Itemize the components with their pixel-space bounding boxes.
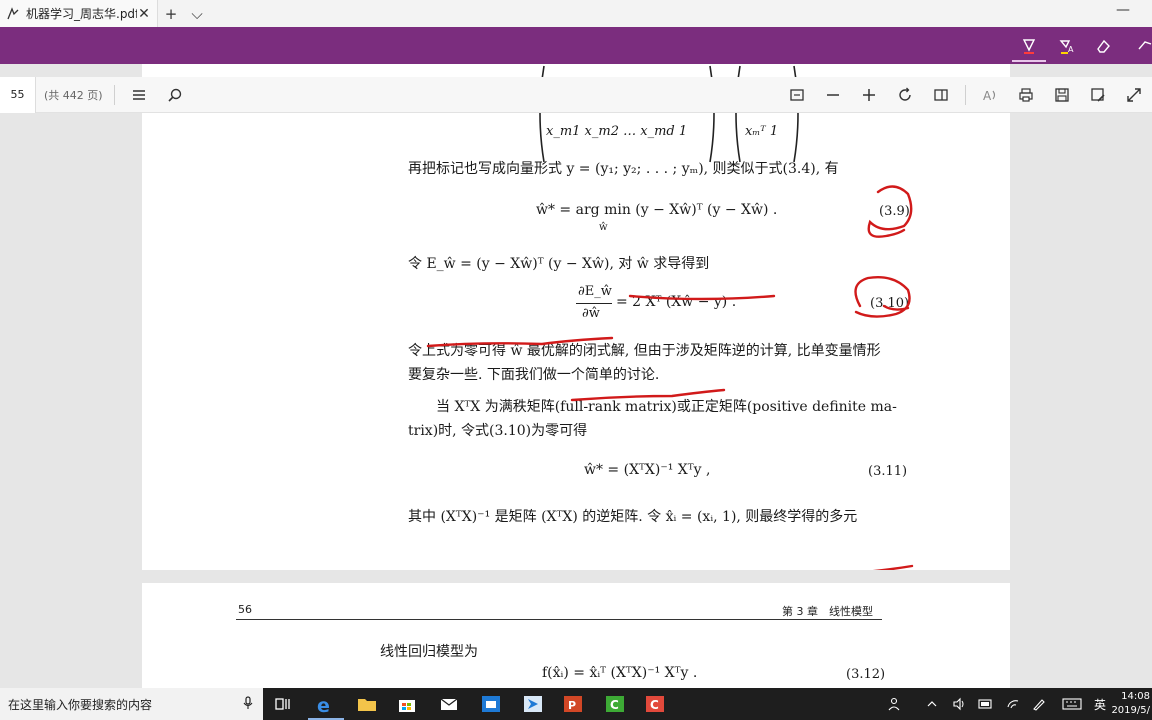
microphone-icon[interactable] [243,695,263,713]
table-of-contents-button[interactable] [121,77,157,113]
close-tab-button[interactable]: ✕ [137,6,151,22]
highlighter-tool-button[interactable]: A [1054,34,1080,58]
header-rule [236,619,882,620]
input-method-indicator[interactable]: 英 [1094,688,1106,720]
svg-text:A: A [983,89,992,103]
two-page-icon [934,88,948,101]
windows-taskbar: 在这里输入你要搜索的内容 e P C C 英 14:08 2019/5/ [0,688,1152,720]
volume-icon[interactable] [952,688,966,720]
toolbar-divider [114,84,115,105]
toolbar-divider [965,84,966,105]
fit-to-width-button[interactable] [779,77,815,113]
clock-date: 2019/5/ [1111,705,1150,716]
rotate-icon [899,87,911,101]
wifi-icon[interactable] [1006,688,1020,720]
active-tool-indicator [1012,60,1046,62]
pen-workspace-icon[interactable] [1032,688,1046,720]
new-tab-button[interactable]: + [158,0,184,27]
save-as-icon [1091,87,1105,102]
eraser-tool-button[interactable] [1090,34,1116,58]
file-explorer-icon[interactable] [356,693,378,715]
clock-time: 14:08 [1121,691,1150,702]
tab-list-button[interactable]: ⌵ [184,0,210,27]
tab-pdf-document[interactable]: 机器学习_周志华.pdf ✕ [0,0,158,27]
store-icon[interactable] [396,693,418,715]
rotate-button[interactable] [887,77,923,113]
find-button[interactable] [157,77,193,113]
equation-number-3-12: (3.12) [846,667,886,682]
page-total-label: (共 442 页) [44,88,103,102]
eraser-icon [1097,39,1110,53]
pdf-file-icon [6,6,20,21]
search-placeholder: 在这里输入你要搜索的内容 [8,697,153,712]
touch-writing-button[interactable] [1132,34,1152,58]
page-number-input[interactable]: 55 [0,76,36,113]
full-screen-button[interactable] [1116,77,1152,113]
search-icon [168,88,182,102]
page-number-label: 56 [238,603,252,616]
task-view-icon[interactable] [272,693,294,715]
battery-icon[interactable] [978,688,994,720]
page-view-button[interactable] [923,77,959,113]
zoom-in-button[interactable] [851,77,887,113]
fit-icon [790,88,804,101]
svg-text:C: C [650,698,659,712]
ink-annotations [426,185,914,570]
ink-toolbar: A [0,27,1152,64]
tab-title: 机器学习_周志华.pdf [26,7,137,21]
touch-keyboard-icon[interactable] [1062,688,1082,720]
print-icon [1019,87,1033,102]
zoom-out-button[interactable] [815,77,851,113]
read-aloud-icon: A [983,89,996,103]
equation-3-12: f(x̂ᵢ) = x̂ᵢᵀ (XᵀX)⁻¹ Xᵀy . [542,665,698,681]
pdf-page-55: x_m1 x_m2 … x_md 1 xₘᵀ 1 再把标记也写成向量形式 y =… [142,64,1010,570]
pen-icon [1022,39,1036,54]
read-aloud-button[interactable]: A [972,77,1008,113]
highlighter-icon: A [1059,40,1074,54]
minimize-button[interactable]: — [1116,2,1130,18]
pdf-toolbar: 55 (共 442 页) A [0,76,1152,113]
touch-writing-icon [1138,41,1152,50]
app-green-c-icon[interactable]: C [604,693,626,715]
minus-icon [827,93,839,96]
save-icon [1055,87,1069,102]
tab-bar: 机器学习_周志华.pdf ✕ + ⌵ — [0,0,1152,27]
pdf-viewer[interactable]: x_m1 x_m2 … x_md 1 xₘᵀ 1 再把标记也写成向量形式 y =… [0,64,1152,688]
taskbar-search-box[interactable]: 在这里输入你要搜索的内容 [0,688,263,720]
save-button[interactable] [1044,77,1080,113]
svg-text:A: A [1068,45,1074,54]
svg-text:P: P [568,699,576,712]
system-clock[interactable]: 14:08 2019/5/ [1111,690,1150,718]
plus-icon [863,88,875,101]
mail-icon[interactable] [438,693,460,715]
app-red-c-icon[interactable]: C [644,693,666,715]
print-button[interactable] [1008,77,1044,113]
expand-icon [1127,87,1141,102]
save-as-button[interactable] [1080,77,1116,113]
pdf-page-56: 56 第 3 章 线性模型 线性回归模型为 f(x̂ᵢ) = x̂ᵢᵀ (XᵀX… [142,583,1010,688]
svg-text:C: C [610,698,619,712]
svg-text:e: e [317,695,330,715]
powerpoint-icon[interactable]: P [562,693,584,715]
app-blue-icon[interactable] [480,693,502,715]
edge-browser-icon[interactable]: e [314,693,336,717]
list-icon [133,89,145,100]
people-icon[interactable] [888,688,904,720]
page2-body-text-1: 线性回归模型为 [380,644,478,660]
chapter-header: 第 3 章 线性模型 [782,605,873,618]
show-hidden-icons-icon[interactable] [926,688,938,720]
app-arrow-icon[interactable] [522,693,544,715]
pen-tool-button[interactable] [1016,34,1042,58]
